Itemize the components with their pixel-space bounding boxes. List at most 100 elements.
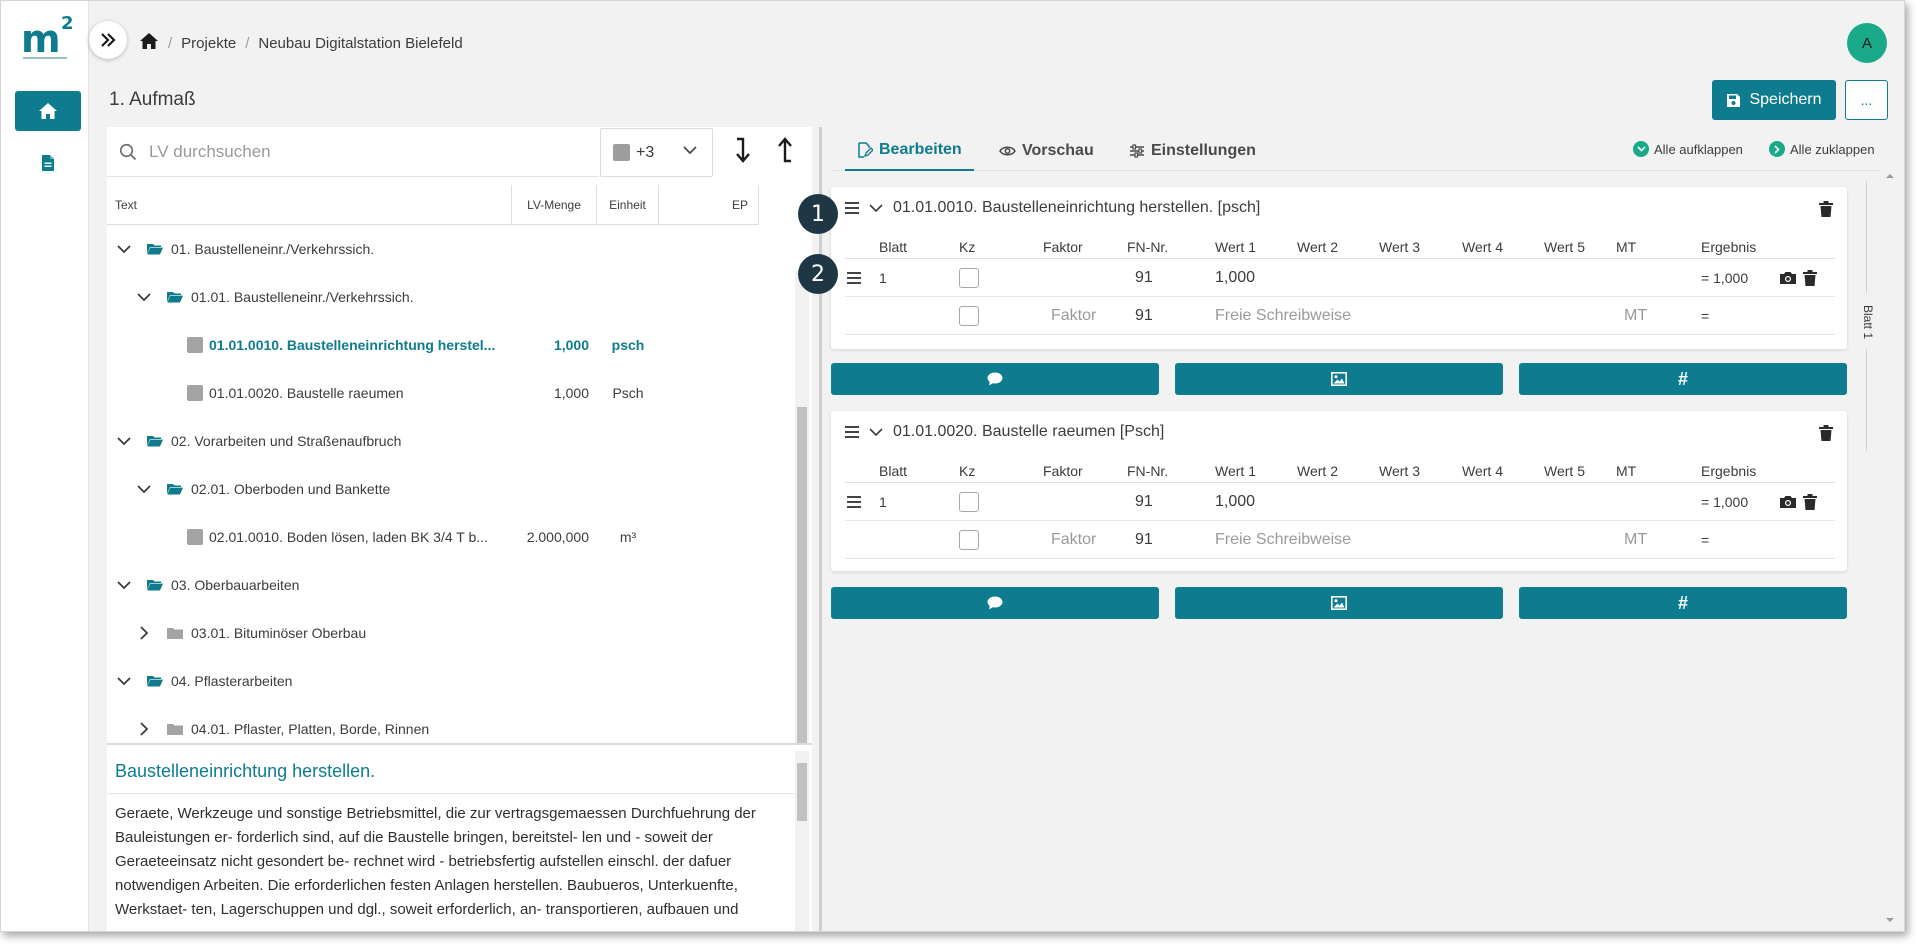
row-camera[interactable] — [1779, 259, 1797, 296]
row-wert1[interactable]: 1,000 — [1215, 483, 1255, 520]
breadcrumb-project[interactable]: Neubau Digitalstation Bielefeld — [258, 35, 462, 52]
measurement-row[interactable]: 1 91 1,000 = 1,000 — [845, 483, 1835, 521]
chevron-right-icon[interactable] — [139, 722, 149, 736]
scroll-down-icon[interactable] — [1883, 915, 1897, 925]
tab-label: Bearbeiten — [879, 141, 962, 158]
collapse-all-link[interactable]: Alle zuklappen — [1769, 141, 1875, 157]
add-image-button[interactable] — [1175, 587, 1503, 619]
tree-row-group[interactable]: 03. Oberbauarbeiten — [107, 561, 759, 609]
tree-row-group[interactable]: 03.01. Bituminöser Oberbau — [107, 609, 759, 657]
tree-row-group[interactable]: 04. Pflasterarbeiten — [107, 657, 759, 705]
kz-checkbox[interactable] — [959, 297, 979, 334]
row-camera[interactable] — [1779, 483, 1797, 520]
drag-handle-icon[interactable] — [845, 202, 859, 214]
add-comment-button[interactable] — [831, 587, 1159, 619]
folder-open-icon — [147, 436, 163, 447]
search-input[interactable] — [149, 141, 569, 162]
drag-handle-icon[interactable] — [847, 271, 861, 284]
more-options-button[interactable]: ... — [1845, 80, 1888, 120]
save-button[interactable]: Speichern — [1712, 80, 1836, 120]
drag-handle-icon[interactable] — [847, 495, 861, 508]
scroll-up-icon[interactable] — [1883, 171, 1897, 181]
mt-placeholder[interactable]: MT — [1624, 521, 1647, 558]
template-fn-nr[interactable]: 91 — [1135, 521, 1153, 558]
chevron-down-icon[interactable] — [117, 580, 131, 590]
chevron-down-icon[interactable] — [137, 484, 151, 494]
template-fn-nr[interactable]: 91 — [1135, 297, 1153, 334]
sort-up-icon[interactable] — [775, 135, 795, 165]
breadcrumb-home[interactable] — [139, 32, 159, 54]
tree-row-group[interactable]: 02.01. Oberboden und Bankette — [107, 465, 759, 513]
faktor-placeholder[interactable]: Faktor — [1051, 297, 1096, 334]
checkbox-box[interactable] — [959, 491, 979, 512]
description-scrollbar-thumb[interactable] — [797, 763, 807, 821]
row-delete[interactable] — [1803, 483, 1817, 520]
trash-icon[interactable] — [1819, 425, 1833, 441]
expand-all-link[interactable]: Alle aufklappen — [1633, 141, 1743, 157]
kz-checkbox[interactable] — [959, 259, 979, 296]
blatt-marker[interactable]: Blatt 1 — [1855, 181, 1879, 451]
faktor-placeholder[interactable]: Faktor — [1051, 521, 1096, 558]
camera-icon[interactable] — [1779, 271, 1797, 285]
tab-vorschau[interactable]: Vorschau — [987, 131, 1106, 171]
row-drag-handle[interactable] — [847, 259, 861, 296]
measurement-row[interactable]: 1 91 1,000 = 1,000 — [845, 259, 1835, 297]
new-measurement-row[interactable]: Faktor 91 Freie Schreibweise MT = — [845, 521, 1835, 559]
chevron-right-icon[interactable] — [139, 626, 149, 640]
checkbox-box[interactable] — [959, 305, 979, 326]
chevron-down-icon[interactable] — [117, 676, 131, 686]
column-ep[interactable]: EP — [659, 185, 759, 225]
trash-icon[interactable] — [1819, 201, 1833, 217]
add-comment-button[interactable] — [831, 363, 1159, 395]
tree-row-item[interactable]: 02.01.0010. Boden lösen, laden BK 3/4 T … — [107, 513, 759, 561]
row-drag-handle[interactable] — [847, 483, 861, 520]
chevron-down-icon[interactable] — [869, 203, 883, 213]
chevron-down-icon[interactable] — [117, 244, 131, 254]
sort-down-icon[interactable] — [733, 135, 753, 165]
wert-placeholder[interactable]: Freie Schreibweise — [1215, 297, 1351, 334]
drag-handle-icon[interactable] — [845, 426, 859, 438]
new-measurement-row[interactable]: Faktor 91 Freie Schreibweise MT = — [845, 297, 1835, 335]
tree-row-group[interactable]: 02. Vorarbeiten und Straßenaufbruch — [107, 417, 759, 465]
row-fn-nr[interactable]: 91 — [1135, 259, 1153, 296]
panel-splitter[interactable] — [819, 127, 822, 931]
kz-checkbox[interactable] — [959, 521, 979, 558]
row-fn-nr[interactable]: 91 — [1135, 483, 1153, 520]
tree-row-group[interactable]: 01.01. Baustelleneinr./Verkehrssich. — [107, 273, 759, 321]
row-wert1[interactable]: 1,000 — [1215, 259, 1255, 296]
row-blatt[interactable]: 1 — [879, 259, 887, 296]
column-einheit[interactable]: Einheit — [597, 185, 659, 225]
checkbox-box[interactable] — [959, 529, 979, 550]
trash-icon[interactable] — [1803, 269, 1817, 286]
add-number-button[interactable]: # — [1519, 363, 1847, 395]
expand-sidebar-button[interactable] — [89, 21, 127, 59]
chevron-down-icon[interactable] — [137, 292, 151, 302]
tab-einstellungen[interactable]: Einstellungen — [1117, 131, 1268, 171]
checkbox-box[interactable] — [959, 267, 979, 288]
tree-row-group[interactable]: 01. Baustelleneinr./Verkehrssich. — [107, 225, 759, 273]
avatar[interactable]: A — [1847, 23, 1887, 63]
tree-row-item[interactable]: 01.01.0010. Baustelleneinrichtung herste… — [107, 321, 759, 369]
grid-col-fn-nr: FN-Nr. — [1127, 238, 1169, 255]
row-blatt[interactable]: 1 — [879, 483, 887, 520]
tree-row-item[interactable]: 01.01.0020. Baustelle raeumen 1,000 Psch — [107, 369, 759, 417]
trash-icon[interactable] — [1803, 493, 1817, 510]
kz-checkbox[interactable] — [959, 483, 979, 520]
chevron-down-icon[interactable] — [117, 436, 131, 446]
column-lv-menge[interactable]: LV-Menge — [512, 185, 597, 225]
mt-placeholder[interactable]: MT — [1624, 297, 1647, 334]
breadcrumb-projects[interactable]: Projekte — [181, 35, 236, 52]
editor-scrollbar[interactable] — [1883, 171, 1897, 927]
add-image-button[interactable] — [1175, 363, 1503, 395]
tree-scrollbar-thumb[interactable] — [797, 407, 807, 752]
tab-bearbeiten[interactable]: Bearbeiten — [845, 131, 974, 171]
wert-placeholder[interactable]: Freie Schreibweise — [1215, 521, 1351, 558]
camera-icon[interactable] — [1779, 495, 1797, 509]
row-delete[interactable] — [1803, 259, 1817, 296]
column-text[interactable]: Text — [107, 185, 512, 225]
add-number-button[interactable]: # — [1519, 587, 1847, 619]
document-nav-button[interactable] — [15, 143, 81, 183]
home-nav-button[interactable] — [15, 91, 81, 131]
filter-select[interactable]: +3 — [600, 128, 713, 177]
chevron-down-icon[interactable] — [869, 427, 883, 437]
